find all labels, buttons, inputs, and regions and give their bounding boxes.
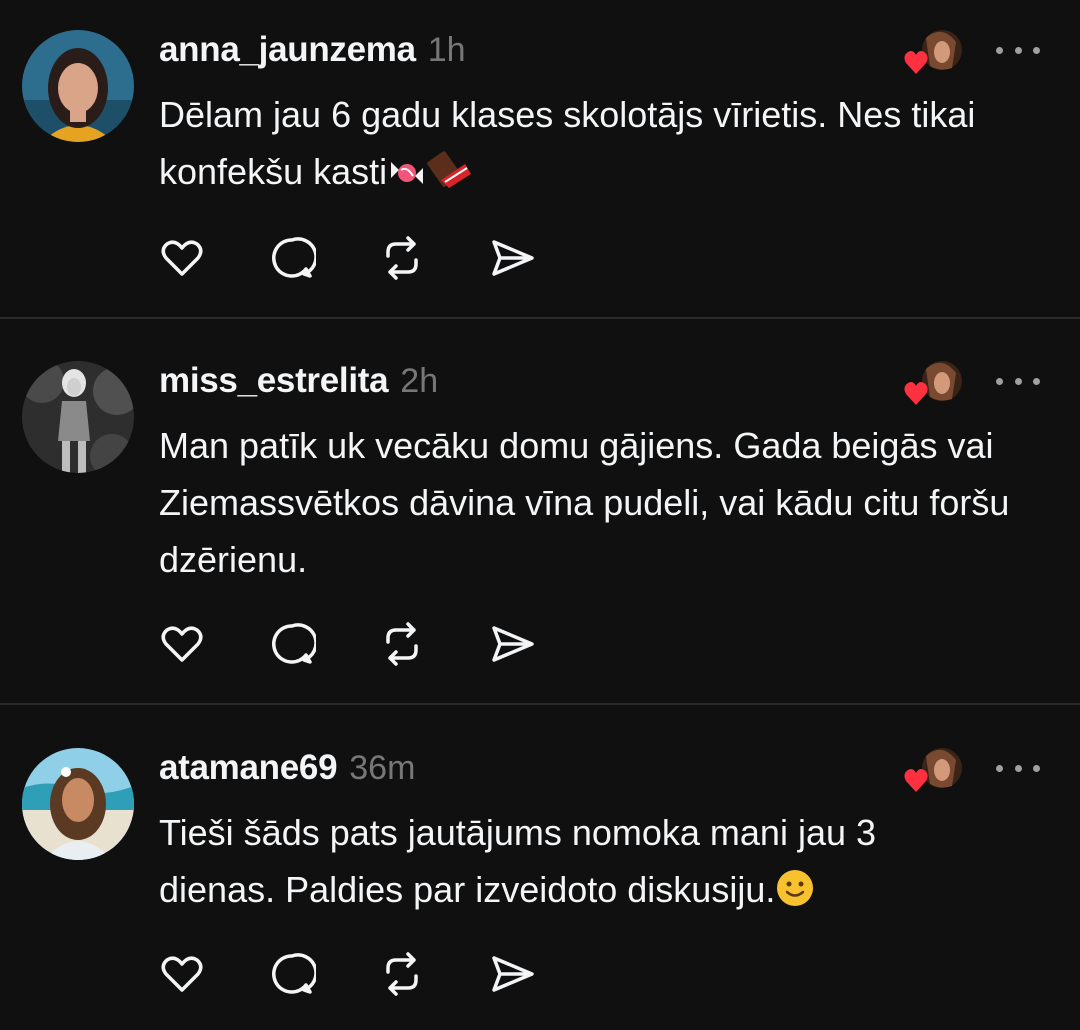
divider [0, 317, 1080, 319]
dot-icon [996, 764, 1003, 772]
heart-icon [904, 51, 928, 74]
divider [0, 703, 1080, 705]
post-text-content: Dēlam jau 6 gadu klases skolotājs vīriet… [159, 94, 976, 192]
repost-icon [386, 236, 418, 280]
avatar[interactable] [22, 30, 134, 142]
like-button[interactable] [158, 950, 206, 998]
comment-icon [272, 237, 316, 278]
slightly-smiling-face-icon [775, 867, 815, 924]
repost-icon [386, 622, 418, 666]
candy-icon [387, 149, 427, 206]
heart-icon [161, 240, 203, 276]
liked-by-avatar[interactable] [904, 359, 962, 409]
dot-icon [1014, 46, 1022, 54]
dot-icon [1014, 377, 1022, 385]
heart-icon [161, 956, 203, 992]
heart-icon [161, 626, 203, 662]
heart-icon [904, 382, 928, 405]
username[interactable]: miss_estrelita [159, 361, 389, 401]
dot-icon [1014, 764, 1022, 772]
dot-icon [996, 46, 1003, 54]
dot-icon [1033, 764, 1040, 772]
like-button[interactable] [158, 234, 206, 282]
post-text: Tieši šāds pats jautājums nomoka mani ja… [159, 804, 959, 924]
username[interactable]: atamane69 [159, 748, 338, 788]
reply-button[interactable] [268, 234, 316, 282]
repost-button[interactable] [378, 950, 426, 998]
avatar[interactable] [22, 748, 134, 860]
repost-button[interactable] [378, 234, 426, 282]
post-text: Dēlam jau 6 gadu klases skolotājs vīriet… [159, 86, 1059, 206]
send-icon [492, 626, 534, 662]
share-button[interactable] [488, 234, 536, 282]
liked-by-avatar[interactable] [904, 746, 962, 796]
send-icon [492, 240, 534, 276]
dot-icon [996, 377, 1003, 385]
dot-icon [1033, 377, 1040, 385]
timestamp: 2h [400, 362, 439, 400]
timestamp: 36m [349, 749, 416, 787]
post-text-content: Man patīk uk vecāku domu gājiens. Gada b… [159, 425, 1010, 580]
avatar[interactable] [22, 361, 134, 473]
liked-by-avatar[interactable] [904, 28, 962, 78]
timestamp: 1h [427, 31, 466, 69]
username[interactable]: anna_jaunzema [159, 30, 416, 70]
repost-icon [386, 952, 418, 996]
reply-button[interactable] [268, 620, 316, 668]
chocolate-bar-icon [427, 149, 473, 206]
dot-icon [1033, 46, 1040, 54]
more-options-button[interactable] [996, 758, 1040, 778]
like-button[interactable] [158, 620, 206, 668]
post-text-content: Tieši šāds pats jautājums nomoka mani ja… [159, 812, 877, 910]
share-button[interactable] [488, 950, 536, 998]
share-button[interactable] [488, 620, 536, 668]
heart-icon [904, 769, 928, 792]
reply-button[interactable] [268, 950, 316, 998]
comment-icon [272, 623, 316, 664]
repost-button[interactable] [378, 620, 426, 668]
post-text: Man patīk uk vecāku domu gājiens. Gada b… [159, 417, 1049, 588]
comment-icon [272, 953, 316, 994]
more-options-button[interactable] [996, 371, 1040, 391]
send-icon [492, 956, 534, 992]
more-options-button[interactable] [996, 40, 1040, 60]
